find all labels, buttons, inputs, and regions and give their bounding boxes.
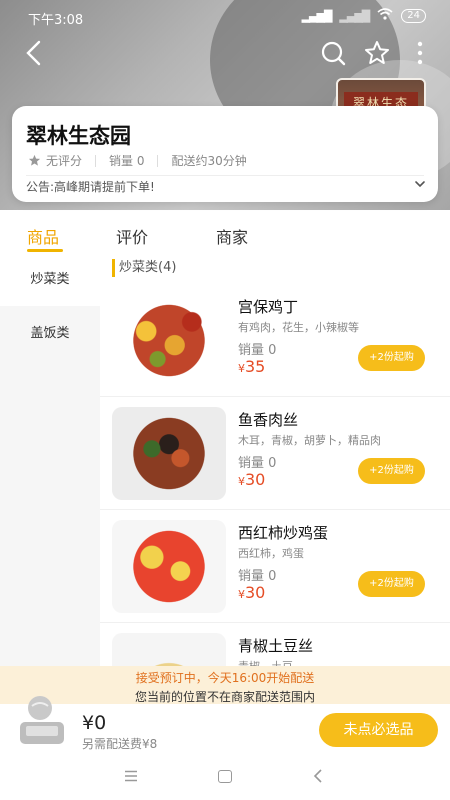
divider [95, 154, 97, 167]
price-value: 30 [245, 583, 266, 602]
price-value: 30 [245, 470, 266, 489]
category-title: 炒菜类(4) [112, 259, 176, 277]
search-button[interactable] [320, 40, 346, 66]
list-item[interactable]: 宫保鸡丁 有鸡肉，花生，小辣椒等 销量 0 ¥35 +2份起购 [100, 284, 450, 397]
back-arrow-icon [26, 40, 41, 66]
dish-name: 青椒土豆丝 [238, 637, 314, 655]
home-icon[interactable] [218, 770, 232, 783]
search-icon [321, 41, 346, 66]
dish-price: ¥30 [238, 583, 265, 602]
tab-merchant[interactable]: 商家 [216, 224, 248, 248]
dish-description: 西红柿，鸡蛋 [238, 547, 304, 560]
dish-image[interactable] [112, 407, 226, 500]
list-item[interactable]: 西红柿炒鸡蛋 西红柿，鸡蛋 销量 0 ¥30 +2份起购 [100, 510, 450, 623]
cart-icon[interactable] [10, 690, 74, 754]
sidebar-item-stir-fry[interactable]: 炒菜类 [0, 254, 100, 306]
min-order-button[interactable]: +2份起购 [358, 571, 425, 597]
dish-image[interactable] [112, 294, 226, 387]
shop-meta-row: 无评分 销量 0 配送约30分钟 [28, 152, 247, 169]
cart-bar: ¥0 另需配送费¥8 未点必选品 [0, 696, 450, 756]
favorite-button[interactable] [363, 39, 391, 67]
shop-info-card: 翠林生态园 无评分 销量 0 配送约30分钟 公告:高峰期请提前下单! [12, 106, 438, 202]
status-bar: 下午3:08 ▂▄▆█ ▂▄▆█ 24 [0, 0, 450, 32]
list-item[interactable]: 鱼香肉丝 木耳，青椒，胡萝卜，精品肉 销量 0 ¥30 +2份起购 [100, 397, 450, 510]
currency-symbol: ¥ [238, 588, 245, 601]
dish-sales: 销量 0 [238, 569, 277, 584]
dish-description: 木耳，青椒，胡萝卜，精品肉 [238, 434, 381, 447]
currency-symbol: ¥ [238, 475, 245, 488]
sales-label: 销量 0 [109, 154, 145, 168]
tab-goods[interactable]: 商品 [27, 224, 59, 248]
status-time: 下午3:08 [28, 13, 84, 28]
battery-icon: 24 [401, 9, 426, 23]
dish-sales: 销量 0 [238, 456, 277, 471]
star-icon [365, 41, 389, 64]
store-page: 下午3:08 ▂▄▆█ ▂▄▆█ 24 翠林生态 翠林生态园 无评分 销量 0 … [0, 0, 450, 800]
shop-notice[interactable]: 公告:高峰期请提前下单! [26, 178, 155, 195]
signal-icon: ▂▄▆█ [339, 9, 370, 23]
dish-price: ¥30 [238, 470, 265, 489]
min-order-button[interactable]: +2份起购 [358, 345, 425, 371]
checkout-button[interactable]: 未点必选品 [319, 713, 438, 747]
status-icons: ▂▄▆█ ▂▄▆█ 24 [302, 8, 426, 24]
cart-total: ¥0 [82, 712, 107, 734]
rating-label: 无评分 [46, 154, 83, 168]
rating-star-icon [28, 154, 41, 166]
more-vertical-icon [417, 41, 423, 65]
delivery-fee: 另需配送费¥8 [82, 737, 158, 751]
preorder-notice: 接受预订中，今天16:00开始配送 [135, 671, 315, 685]
dish-name: 宫保鸡丁 [238, 298, 299, 316]
dish-name: 鱼香肉丝 [238, 411, 299, 429]
signal-icon: ▂▄▆█ [301, 9, 333, 23]
dish-name: 西红柿炒鸡蛋 [238, 524, 329, 542]
more-button[interactable] [414, 40, 426, 66]
chevron-down-icon[interactable] [414, 178, 426, 190]
min-order-button[interactable]: +2份起购 [358, 458, 425, 484]
back-button[interactable] [22, 38, 46, 68]
price-value: 35 [245, 357, 266, 376]
tab-bar: 商品 评价 商家 [0, 212, 450, 254]
dish-image[interactable] [112, 520, 226, 613]
nav-back-icon[interactable] [313, 769, 323, 783]
active-tab-indicator [27, 249, 63, 252]
shop-name: 翠林生态园 [26, 123, 131, 148]
sidebar-item-rice-bowl[interactable]: 盖饭类 [0, 308, 100, 360]
dish-description: 有鸡肉，花生，小辣椒等 [238, 321, 359, 334]
currency-symbol: ¥ [238, 362, 245, 375]
delivery-time-label: 配送约30分钟 [171, 154, 247, 168]
wifi-icon [377, 8, 393, 24]
menu-icon[interactable] [124, 770, 138, 782]
divider [26, 175, 424, 176]
system-nav-bar [0, 756, 450, 800]
tab-reviews[interactable]: 评价 [116, 224, 148, 248]
category-sidebar: 炒菜类 盖饭类 [0, 254, 100, 704]
dish-sales: 销量 0 [238, 343, 277, 358]
divider [157, 154, 159, 167]
dish-price: ¥35 [238, 357, 265, 376]
